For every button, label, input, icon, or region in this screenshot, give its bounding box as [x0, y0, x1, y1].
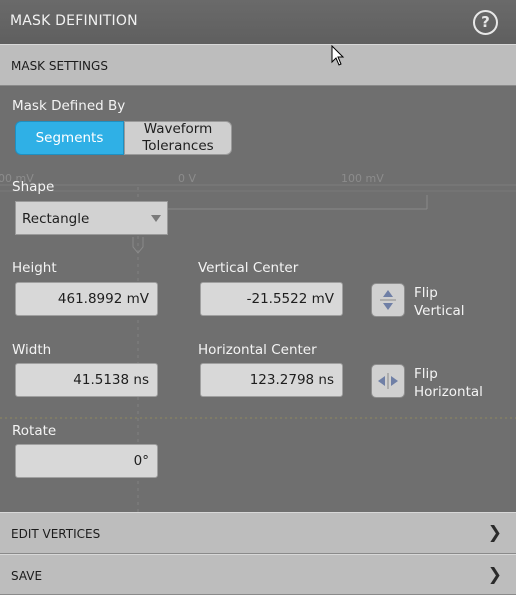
- waveform-tolerances-label: Waveform Tolerances: [142, 121, 213, 155]
- edit-vertices-label: EDIT VERTICES: [11, 527, 101, 541]
- shape-dropdown-value: Rectangle: [22, 211, 90, 227]
- height-label: Height: [12, 260, 57, 276]
- shape-dropdown[interactable]: Rectangle: [15, 201, 168, 235]
- save-label: SAVE: [11, 569, 43, 583]
- flip-horizontal-line2: Horizontal: [414, 384, 483, 400]
- chevron-down-icon: [151, 215, 161, 222]
- flip-vertical-line2: Vertical: [414, 303, 465, 319]
- flip-horizontal-label: Flip Horizontal: [414, 365, 483, 401]
- help-icon[interactable]: ?: [473, 10, 498, 35]
- segments-label: Segments: [35, 129, 104, 146]
- height-field[interactable]: 461.8992 mV: [15, 282, 158, 316]
- mask-settings-header[interactable]: MASK SETTINGS: [0, 44, 516, 86]
- flip-vertical-line1: Flip: [414, 285, 438, 301]
- flip-vertical-button[interactable]: [371, 283, 405, 317]
- horizontal-center-label: Horizontal Center: [198, 342, 317, 358]
- flip-horizontal-button[interactable]: [371, 364, 405, 398]
- rotate-field[interactable]: 0°: [15, 444, 158, 478]
- chevron-right-icon: ❯: [487, 523, 502, 543]
- save-header[interactable]: SAVE ❯: [0, 554, 516, 595]
- width-field[interactable]: 41.5138 ns: [15, 363, 158, 397]
- mask-defined-by-label: Mask Defined By: [12, 98, 126, 114]
- waveform-tolerances-button[interactable]: Waveform Tolerances: [124, 121, 232, 155]
- flip-horizontal-icon: [378, 373, 398, 389]
- vertical-center-label: Vertical Center: [198, 260, 299, 276]
- rotate-label: Rotate: [12, 423, 57, 439]
- edit-vertices-header[interactable]: EDIT VERTICES ❯: [0, 512, 516, 554]
- chevron-right-icon: ❯: [487, 565, 502, 585]
- title-bar: MASK DEFINITION ?: [0, 0, 516, 44]
- dialog-title: MASK DEFINITION: [10, 13, 138, 29]
- shape-label: Shape: [12, 179, 55, 195]
- waveform-tolerances-line2: Tolerances: [142, 138, 214, 154]
- segments-button[interactable]: Segments: [15, 121, 124, 155]
- vertical-center-field[interactable]: -21.5522 mV: [200, 282, 343, 316]
- plot-tick-label: 100 mV: [341, 172, 384, 185]
- horizontal-center-field[interactable]: 123.2798 ns: [200, 363, 343, 397]
- mask-settings-label: MASK SETTINGS: [11, 59, 108, 73]
- flip-vertical-icon: [380, 290, 396, 310]
- waveform-tolerances-line1: Waveform: [143, 121, 213, 137]
- width-label: Width: [12, 342, 52, 358]
- mouse-cursor-icon: [331, 45, 345, 66]
- flip-vertical-label: Flip Vertical: [414, 284, 465, 320]
- plot-tick-label: 0 V: [178, 172, 196, 185]
- flip-horizontal-line1: Flip: [414, 366, 438, 382]
